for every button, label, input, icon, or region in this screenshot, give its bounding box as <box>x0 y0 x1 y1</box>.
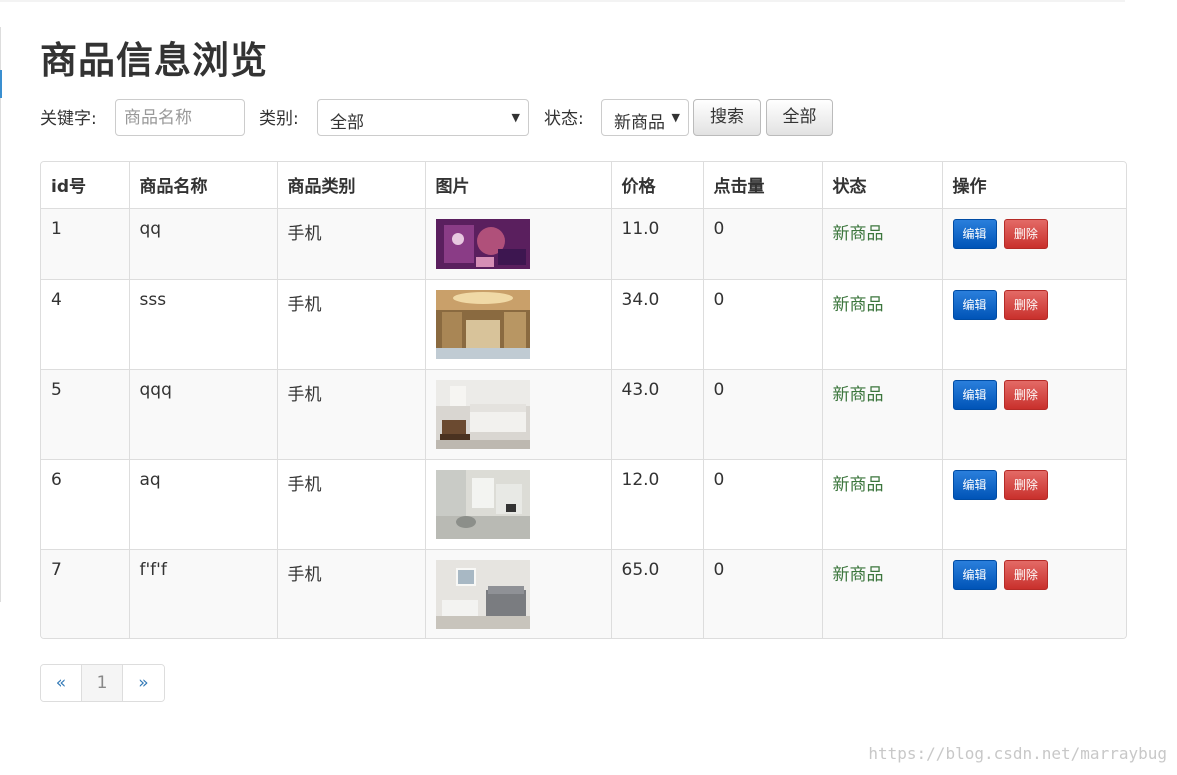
keyword-input[interactable] <box>115 99 245 136</box>
cell-name: f'f'f <box>129 549 278 638</box>
header-name: 商品名称 <box>129 162 278 209</box>
cell-category: 手机 <box>277 549 426 638</box>
cell-price: 34.0 <box>611 279 704 370</box>
table-row: 5 qqq 手机 43.0 0 新商品 编辑 删除 <box>41 369 1126 460</box>
top-divider <box>0 0 1125 2</box>
table-row: 4 sss 手机 34.0 0 新商品 编辑 删除 <box>41 279 1126 370</box>
cell-price: 65.0 <box>611 549 704 638</box>
cell-price: 43.0 <box>611 369 704 460</box>
cell-image <box>425 549 612 638</box>
header-status: 状态 <box>822 162 943 209</box>
cell-category: 手机 <box>277 459 426 550</box>
cell-image <box>425 459 612 550</box>
status-label: 状态: <box>544 109 584 129</box>
pagination-next[interactable]: » <box>123 665 164 701</box>
cell-category: 手机 <box>277 369 426 460</box>
cell-status: 新商品 <box>822 369 943 460</box>
header-id: id号 <box>41 162 130 209</box>
edit-button[interactable]: 编辑 <box>952 379 997 410</box>
cell-id: 1 <box>41 208 130 280</box>
chevron-down-icon: ▼ <box>669 111 680 124</box>
cell-actions: 编辑 删除 <box>942 208 1126 280</box>
cell-id: 7 <box>41 549 130 638</box>
product-thumbnail <box>435 379 530 449</box>
cell-clicks: 0 <box>703 369 823 460</box>
chevron-down-icon: ▼ <box>511 111 520 124</box>
table-row: 7 f'f'f 手机 65.0 0 新商品 编辑 删除 <box>41 549 1126 638</box>
category-select-value: 全部 <box>330 113 364 133</box>
cell-actions: 编辑 删除 <box>942 369 1126 460</box>
cell-actions: 编辑 删除 <box>942 279 1126 370</box>
header-clicks: 点击量 <box>703 162 823 209</box>
delete-button[interactable]: 删除 <box>1003 559 1048 590</box>
edit-button[interactable]: 编辑 <box>952 469 997 500</box>
delete-button[interactable]: 删除 <box>1003 469 1048 500</box>
left-panel-edge <box>0 27 1 602</box>
cell-status: 新商品 <box>822 208 943 280</box>
cell-status: 新商品 <box>822 459 943 550</box>
product-thumbnail <box>435 218 530 269</box>
cell-category: 手机 <box>277 279 426 370</box>
status-select-value: 新商品 <box>614 113 665 133</box>
pagination-page-current[interactable]: 1 <box>82 665 123 701</box>
pagination: « 1 » <box>40 664 165 702</box>
delete-button[interactable]: 删除 <box>1003 289 1048 320</box>
edit-button[interactable]: 编辑 <box>952 289 997 320</box>
table-row: 1 qq 手机 11.0 0 新商品 编辑 删除 <box>41 208 1126 280</box>
cell-name: aq <box>129 459 278 550</box>
cell-clicks: 0 <box>703 459 823 550</box>
cell-actions: 编辑 删除 <box>942 459 1126 550</box>
cell-name: qqq <box>129 369 278 460</box>
product-thumbnail <box>435 289 530 359</box>
keyword-label: 关键字: <box>40 109 97 129</box>
cell-id: 4 <box>41 279 130 370</box>
product-thumbnail <box>435 559 530 629</box>
cell-clicks: 0 <box>703 208 823 280</box>
status-select[interactable]: 新商品 ▼ <box>601 99 689 136</box>
cell-status: 新商品 <box>822 279 943 370</box>
header-category: 商品类别 <box>277 162 426 209</box>
cell-actions: 编辑 删除 <box>942 549 1126 638</box>
cell-id: 6 <box>41 459 130 550</box>
cell-price: 11.0 <box>611 208 704 280</box>
show-all-button[interactable]: 全部 <box>766 99 833 136</box>
cell-image <box>425 208 612 280</box>
table-row: 6 aq 手机 12.0 0 新商品 编辑 删除 <box>41 459 1126 550</box>
edit-button[interactable]: 编辑 <box>952 559 997 590</box>
page-title: 商品信息浏览 <box>40 39 268 82</box>
search-form: 关键字: 类别: 全部 ▼ 状态: 新商品 ▼ 搜索 全部 <box>40 98 940 136</box>
cell-clicks: 0 <box>703 279 823 370</box>
header-actions: 操作 <box>942 162 1126 209</box>
product-table: id号 商品名称 商品类别 图片 价格 点击量 状态 操作 1 qq 手机 11… <box>40 161 1127 639</box>
cell-clicks: 0 <box>703 549 823 638</box>
cell-image <box>425 279 612 370</box>
cell-category: 手机 <box>277 208 426 280</box>
product-thumbnail <box>435 469 530 539</box>
category-label: 类别: <box>259 109 299 129</box>
header-price: 价格 <box>611 162 704 209</box>
left-panel-marker <box>0 70 2 98</box>
delete-button[interactable]: 删除 <box>1003 379 1048 410</box>
pagination-prev[interactable]: « <box>41 665 82 701</box>
category-select[interactable]: 全部 ▼ <box>317 99 529 136</box>
table-header-row: id号 商品名称 商品类别 图片 价格 点击量 状态 操作 <box>41 162 1126 209</box>
cell-status: 新商品 <box>822 549 943 638</box>
cell-name: qq <box>129 208 278 280</box>
cell-price: 12.0 <box>611 459 704 550</box>
edit-button[interactable]: 编辑 <box>952 218 997 249</box>
cell-name: sss <box>129 279 278 370</box>
delete-button[interactable]: 删除 <box>1003 218 1048 249</box>
search-button[interactable]: 搜索 <box>693 99 761 136</box>
cell-id: 5 <box>41 369 130 460</box>
cell-image <box>425 369 612 460</box>
watermark: https://blog.csdn.net/marraybug <box>868 744 1167 763</box>
header-image: 图片 <box>425 162 612 209</box>
